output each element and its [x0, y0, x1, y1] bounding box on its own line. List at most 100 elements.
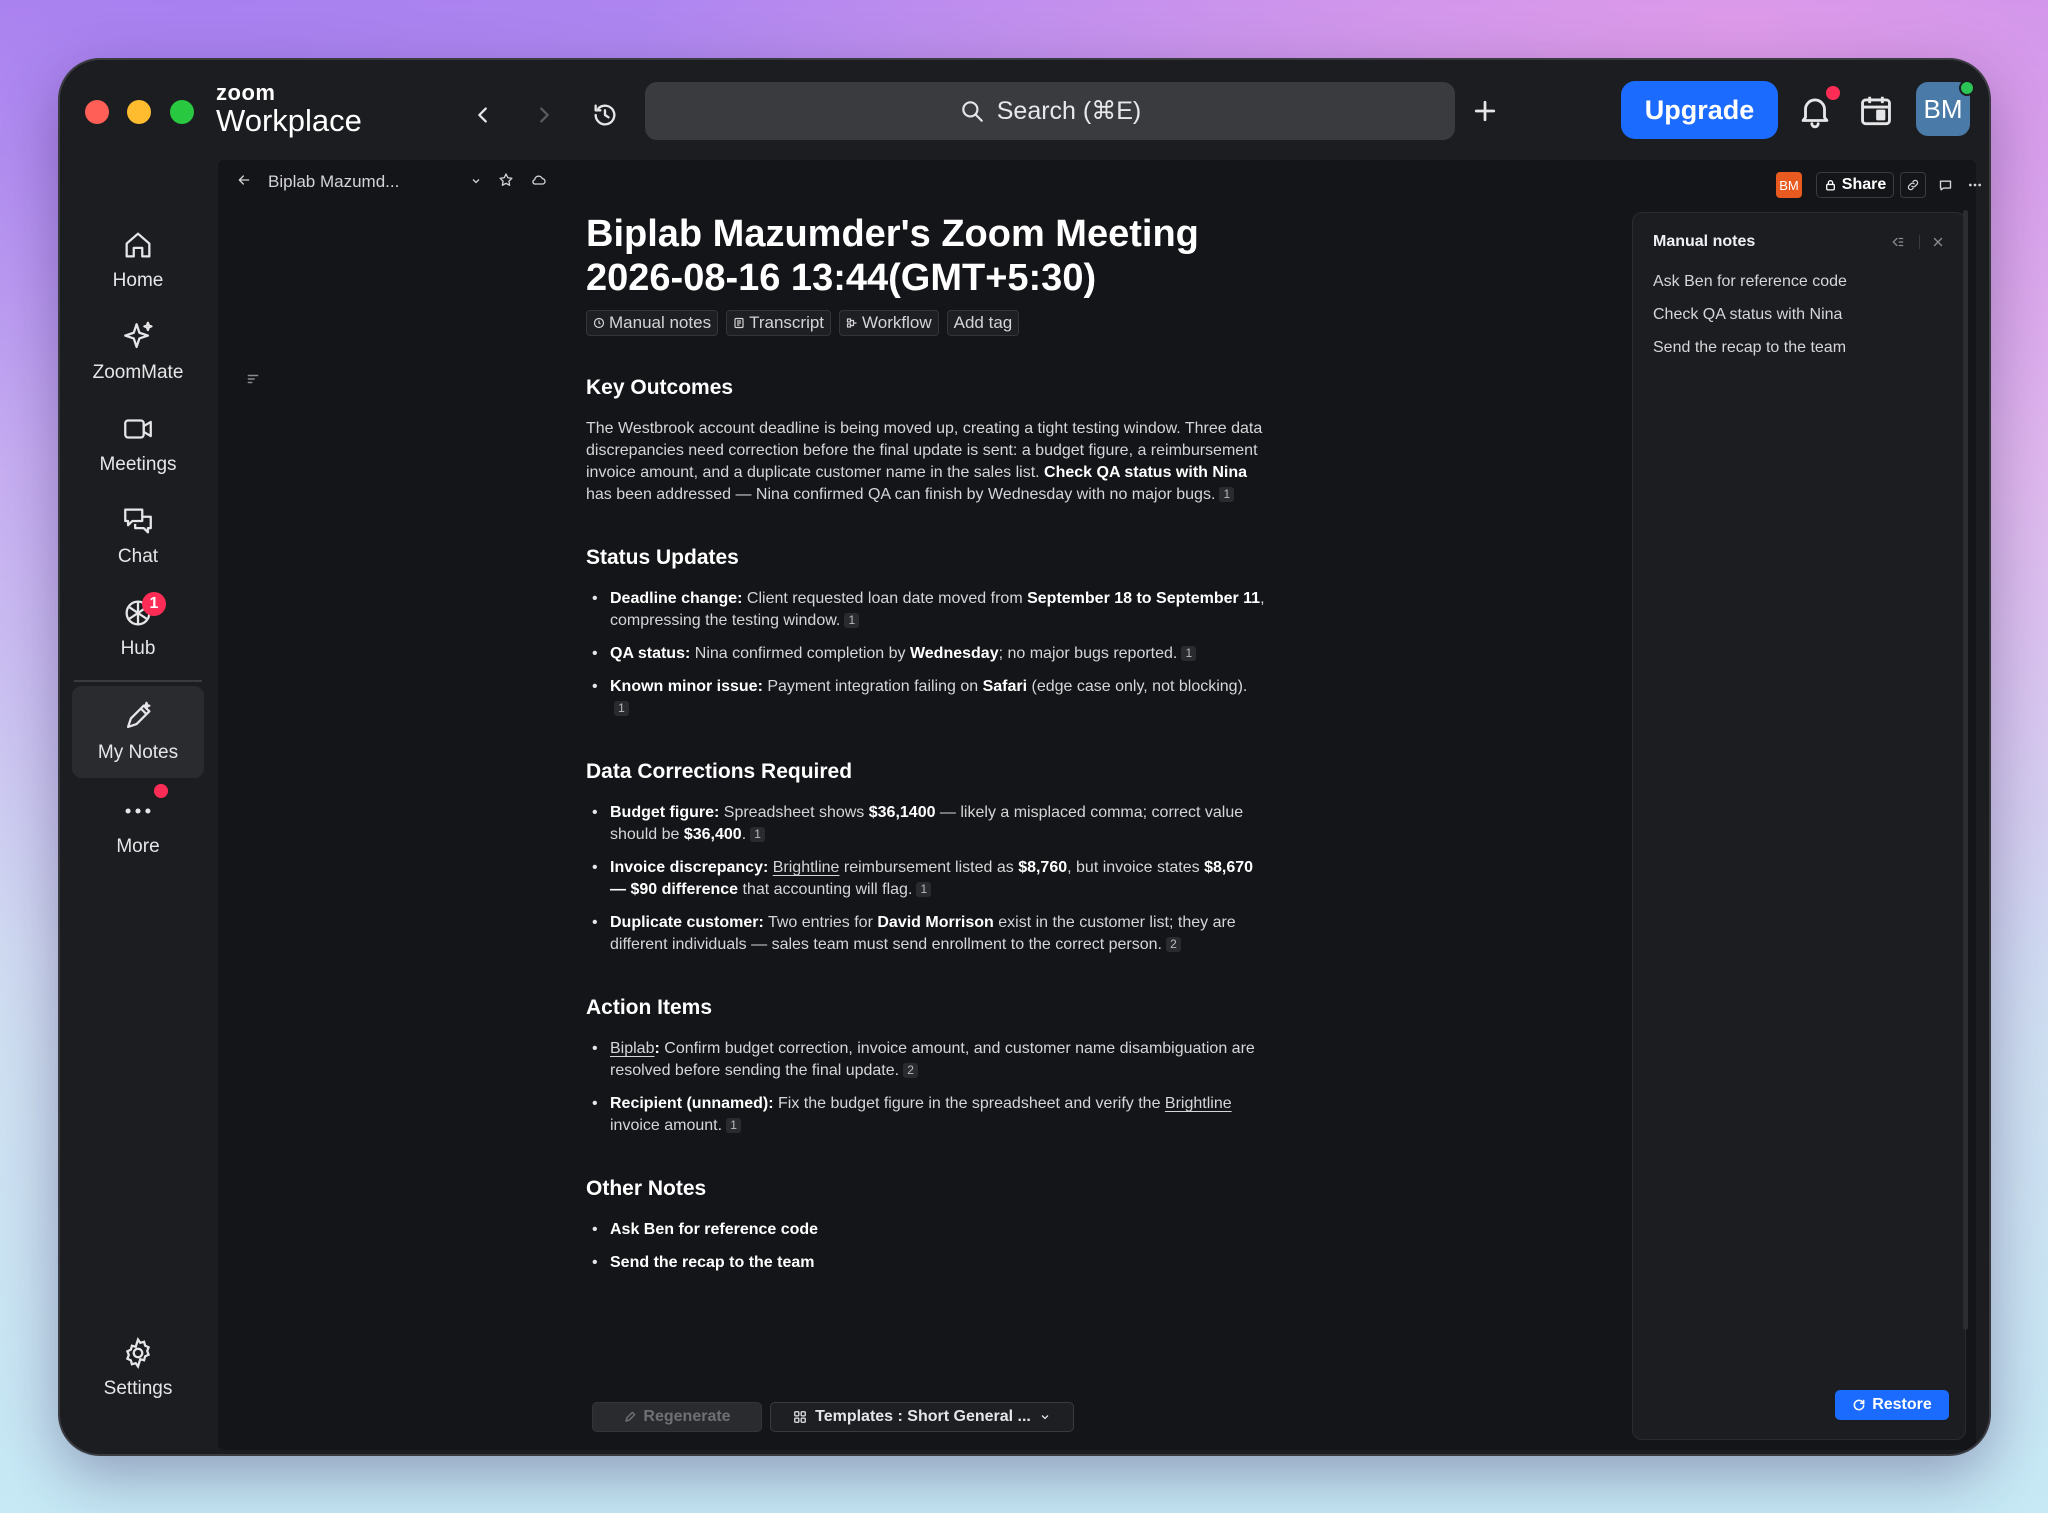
maximize-window-button[interactable]: [170, 100, 194, 124]
collapse-panel-button[interactable]: [1891, 235, 1905, 254]
chat-icon: [124, 508, 152, 534]
tag-manual-notes[interactable]: Manual notes: [586, 310, 719, 336]
sidebar-item-label: More: [116, 836, 160, 857]
sidebar-item-label: My Notes: [97, 742, 179, 763]
sidebar-item-label: Settings: [103, 1378, 173, 1399]
ellipsis-icon: [1969, 183, 1981, 187]
status-updates-list: Deadline change: Client requested loan d…: [586, 588, 1266, 720]
close-panel-button[interactable]: [1931, 235, 1945, 254]
sidebar: Home ZoomMate Meetings Chat Hub 1 My Not…: [60, 160, 216, 1454]
breadcrumb-title[interactable]: Biplab Mazumd...: [268, 172, 399, 192]
list-item: Biplab: Confirm budget correction, invoi…: [586, 1038, 1266, 1082]
sidebar-item-zoommate[interactable]: ZoomMate: [72, 308, 204, 396]
close-window-button[interactable]: [85, 100, 109, 124]
calendar-button[interactable]: [1857, 92, 1895, 130]
templates-dropdown[interactable]: Templates : Short General ...: [770, 1402, 1074, 1432]
cloud-sync-button[interactable]: [530, 172, 548, 193]
manual-notes-panel: Manual notes Ask Ben for reference code …: [1632, 212, 1966, 1440]
sidebar-item-chat[interactable]: Chat: [72, 492, 204, 580]
brand-small: zoom: [216, 80, 276, 105]
panel-title: Manual notes: [1653, 233, 1756, 250]
back-button[interactable]: [468, 100, 498, 130]
summary-controls: Regenerate Templates : Short General ...: [592, 1402, 1074, 1434]
restore-button[interactable]: Restore: [1835, 1390, 1949, 1420]
more-options-button[interactable]: [1962, 172, 1988, 198]
minimize-window-button[interactable]: [127, 100, 151, 124]
citation-ref[interactable]: 1: [1219, 487, 1235, 502]
manual-note-item[interactable]: Ask Ben for reference code: [1653, 273, 1847, 291]
citation-ref[interactable]: 1: [750, 827, 766, 842]
gear-icon: [125, 1336, 151, 1370]
outline-toggle-button[interactable]: [246, 372, 260, 386]
sidebar-item-hub[interactable]: Hub: [72, 584, 204, 672]
sidebar-divider: [74, 680, 202, 682]
citation-ref[interactable]: 1: [614, 701, 629, 716]
sidebar-item-label: Chat: [117, 546, 159, 567]
citation-ref[interactable]: 1: [726, 1118, 742, 1133]
favorite-button[interactable]: [498, 172, 514, 193]
meeting-summary-document: Biplab Mazumder's Zoom Meeting 2026-08-1…: [586, 212, 1266, 1285]
sidebar-item-label: Hub: [120, 638, 156, 659]
regenerate-button[interactable]: Regenerate: [592, 1402, 762, 1432]
more-icon: [125, 808, 151, 814]
manual-note-item[interactable]: Send the recap to the team: [1653, 339, 1846, 357]
citation-ref[interactable]: 1: [916, 882, 932, 897]
notes-pen-icon: [126, 701, 151, 729]
sidebar-item-my-notes[interactable]: My Notes: [72, 686, 204, 778]
panel-divider: [1919, 235, 1920, 249]
history-button[interactable]: [590, 100, 620, 130]
owner-avatar[interactable]: BM: [1776, 172, 1802, 198]
transcript-icon: [734, 317, 744, 329]
forward-button[interactable]: [529, 100, 559, 130]
ai-assist-button[interactable]: [1990, 172, 1991, 196]
sidebar-item-meetings[interactable]: Meetings: [72, 400, 204, 488]
list-item: Duplicate customer: Two entries for Davi…: [586, 912, 1266, 956]
sidebar-item-home[interactable]: Home: [72, 216, 204, 304]
list-item: Invoice discrepancy: Brightline reimburs…: [586, 857, 1266, 901]
list-item: Budget figure: Spreadsheet shows $36,140…: [586, 802, 1266, 846]
section-heading: Key Outcomes: [586, 376, 734, 399]
arrow-left-icon: [238, 175, 250, 185]
brightline-link[interactable]: Brightline: [773, 859, 840, 876]
back-arrow-button[interactable]: [236, 172, 252, 193]
star-icon: [499, 173, 513, 186]
chevron-down-icon: [472, 179, 480, 184]
list-item: QA status: Nina confirmed completion by …: [586, 643, 1266, 665]
scrollbar[interactable]: [1963, 210, 1968, 1330]
chevron-left-icon: [478, 107, 487, 123]
biplab-link[interactable]: Biplab: [610, 1040, 654, 1057]
sidebar-item-settings[interactable]: Settings: [72, 1324, 204, 1412]
lock-icon: [1825, 180, 1835, 191]
refresh-icon: [1853, 1399, 1865, 1411]
cloud-icon: [532, 175, 546, 185]
upgrade-button[interactable]: Upgrade: [1621, 81, 1778, 139]
citation-ref[interactable]: 1: [844, 613, 860, 628]
app-window: zoom Workplace Search (⌘E) Upgrade BM Ho…: [58, 58, 1991, 1456]
add-tag-button[interactable]: Add tag: [946, 310, 1020, 336]
new-action-button[interactable]: [1470, 96, 1500, 126]
tag-label: Manual notes: [609, 313, 712, 332]
clock-icon: [593, 317, 605, 329]
brightline-link[interactable]: Brightline: [1165, 1095, 1232, 1112]
share-button[interactable]: Share: [1816, 172, 1894, 198]
tag-transcript[interactable]: Transcript: [726, 310, 832, 336]
outline-icon: [247, 374, 259, 384]
key-outcomes-text: The Westbrook account deadline is being …: [586, 420, 1263, 503]
tag-workflow[interactable]: Workflow: [839, 310, 939, 336]
breadcrumb-dropdown[interactable]: [470, 174, 482, 192]
title-bar: zoom Workplace Search (⌘E) Upgrade BM: [60, 60, 1989, 160]
comment-button[interactable]: [1932, 172, 1958, 198]
manual-note-item[interactable]: Check QA status with Nina: [1653, 306, 1842, 324]
page-title: Biplab Mazumder's Zoom Meeting 2026-08-1…: [586, 212, 1266, 300]
comment-icon: [1939, 179, 1951, 191]
collapse-icon: [1892, 237, 1904, 247]
chevron-right-icon: [540, 107, 549, 123]
citation-ref[interactable]: 2: [903, 1063, 919, 1078]
search-bar[interactable]: Search (⌘E): [645, 82, 1455, 140]
sidebar-item-more[interactable]: More: [72, 782, 204, 870]
tag-label: Workflow: [862, 313, 932, 332]
hub-badge: 1: [142, 592, 166, 616]
copy-link-button[interactable]: [1900, 172, 1926, 198]
citation-ref[interactable]: 1: [1181, 646, 1197, 661]
citation-ref[interactable]: 2: [1165, 937, 1181, 952]
